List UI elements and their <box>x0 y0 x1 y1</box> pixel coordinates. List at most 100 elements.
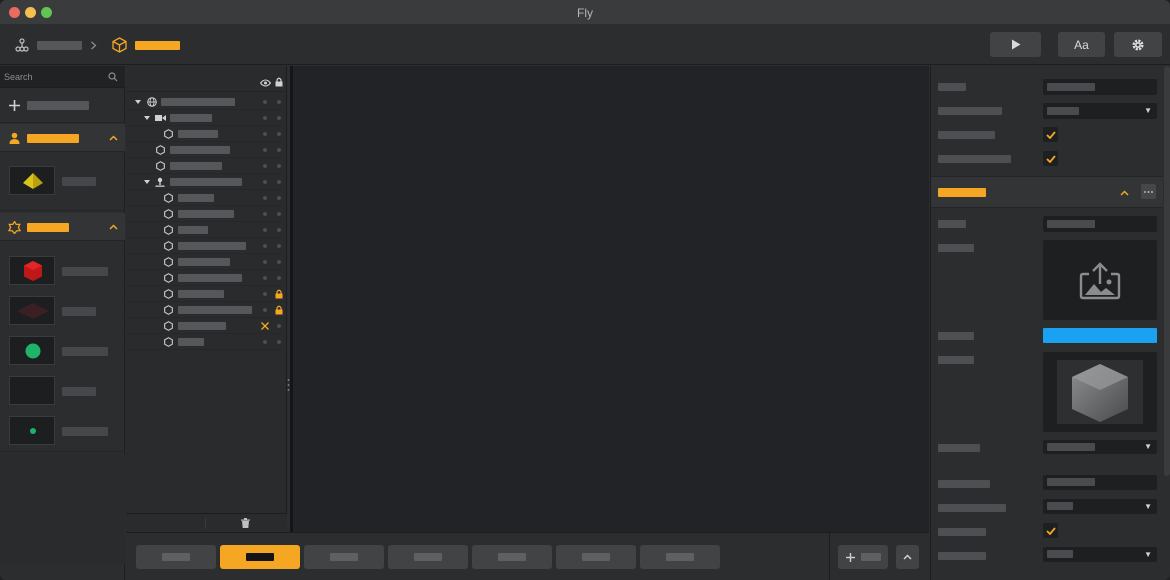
lock-toggle[interactable] <box>277 180 281 184</box>
tree-row-node[interactable] <box>126 254 287 270</box>
visibility-toggle[interactable] <box>263 196 267 200</box>
visibility-toggle[interactable] <box>263 132 267 136</box>
add-asset-row[interactable] <box>0 89 125 123</box>
more-options-button[interactable] <box>1141 184 1156 199</box>
hidden-x-icon[interactable] <box>261 322 269 330</box>
checkbox[interactable] <box>1043 151 1058 166</box>
section-header-characters[interactable] <box>0 124 125 152</box>
visibility-toggle[interactable] <box>263 276 267 280</box>
inspector-scrollbar[interactable] <box>1164 66 1170 476</box>
visibility-toggle[interactable] <box>263 244 267 248</box>
add-tab-button[interactable] <box>838 545 888 569</box>
checkbox[interactable] <box>1043 523 1058 538</box>
lock-toggle[interactable] <box>277 260 281 264</box>
dropdown-select[interactable]: ▼ <box>1043 440 1157 454</box>
trash-icon[interactable] <box>241 518 250 528</box>
text-field[interactable] <box>1043 79 1157 95</box>
image-upload-drop[interactable] <box>1043 240 1157 320</box>
bottom-tab[interactable] <box>472 545 552 569</box>
visibility-toggle[interactable] <box>263 212 267 216</box>
dropdown-select[interactable]: ▼ <box>1043 547 1157 562</box>
asset-thumbnail[interactable] <box>9 166 55 195</box>
tree-row-node[interactable] <box>126 142 287 158</box>
mesh-preview[interactable] <box>1043 352 1157 432</box>
chevron-up-icon[interactable] <box>1120 190 1129 196</box>
asset-thumbnail[interactable] <box>9 336 55 365</box>
visibility-toggle[interactable] <box>263 308 267 312</box>
scene-viewport[interactable] <box>290 66 929 532</box>
tree-row-node[interactable] <box>126 286 287 302</box>
text-field[interactable] <box>1043 216 1157 232</box>
checkbox[interactable] <box>1043 127 1058 142</box>
section-header-objects[interactable] <box>0 213 125 241</box>
tree-row-node[interactable] <box>126 222 287 238</box>
collapse-panel-button[interactable] <box>896 545 919 569</box>
bottom-tab[interactable] <box>640 545 720 569</box>
tree-row-node[interactable] <box>126 302 287 318</box>
bottom-tab[interactable] <box>556 545 636 569</box>
bottom-tab[interactable] <box>388 545 468 569</box>
lock-icon[interactable] <box>275 77 283 87</box>
lock-toggle[interactable] <box>277 212 281 216</box>
tree-row-light[interactable] <box>126 174 287 190</box>
tree-row-node[interactable] <box>126 270 287 286</box>
visibility-toggle[interactable] <box>263 228 267 232</box>
asset-thumbnail[interactable] <box>9 256 55 285</box>
lock-toggle[interactable] <box>277 324 281 328</box>
lock-toggle[interactable] <box>277 196 281 200</box>
lock-toggle[interactable] <box>277 244 281 248</box>
lock-toggle[interactable] <box>277 276 281 280</box>
eye-icon[interactable] <box>260 79 271 87</box>
asset-thumbnail[interactable] <box>9 416 55 445</box>
chevron-up-icon[interactable] <box>109 224 118 230</box>
font-button[interactable]: Aa <box>1058 32 1105 57</box>
expand-arrow-icon[interactable] <box>144 116 150 120</box>
tree-row-node[interactable] <box>126 334 287 350</box>
visibility-toggle[interactable] <box>263 180 267 184</box>
lock-toggle[interactable] <box>277 148 281 152</box>
tree-row-scene[interactable] <box>126 94 287 110</box>
visibility-toggle[interactable] <box>263 100 267 104</box>
lock-toggle[interactable] <box>277 164 281 168</box>
lock-toggle[interactable] <box>277 116 281 120</box>
search-input[interactable] <box>4 69 104 85</box>
search-icon[interactable] <box>108 72 118 82</box>
visibility-toggle[interactable] <box>263 148 267 152</box>
expand-arrow-icon[interactable] <box>144 180 150 184</box>
bottom-tab[interactable] <box>304 545 384 569</box>
breadcrumb-root[interactable] <box>37 41 82 50</box>
tree-row-camera[interactable] <box>126 110 287 126</box>
play-button[interactable] <box>990 32 1041 57</box>
visibility-toggle[interactable] <box>263 260 267 264</box>
asset-thumbnail[interactable] <box>9 296 55 325</box>
color-swatch[interactable] <box>1043 328 1157 343</box>
expand-arrow-icon[interactable] <box>135 100 141 104</box>
visibility-toggle[interactable] <box>263 340 267 344</box>
bottom-tab-active[interactable] <box>220 545 300 569</box>
tree-row-node[interactable] <box>126 158 287 174</box>
lock-icon[interactable] <box>275 305 283 315</box>
tree-row-node[interactable] <box>126 318 287 334</box>
lock-toggle[interactable] <box>277 228 281 232</box>
lock-toggle[interactable] <box>277 132 281 136</box>
tree-row-node[interactable] <box>126 206 287 222</box>
dropdown-select[interactable]: ▼ <box>1043 103 1157 119</box>
visibility-toggle[interactable] <box>263 292 267 296</box>
lock-toggle[interactable] <box>277 340 281 344</box>
bottom-tab[interactable] <box>136 545 216 569</box>
asset-thumbnail[interactable] <box>9 376 55 405</box>
lock-toggle[interactable] <box>277 100 281 104</box>
hierarchy-icon[interactable] <box>15 38 29 52</box>
tree-row-node[interactable] <box>126 190 287 206</box>
chevron-up-icon[interactable] <box>109 135 118 141</box>
visibility-toggle[interactable] <box>263 164 267 168</box>
tree-row-node[interactable] <box>126 126 287 142</box>
visibility-toggle[interactable] <box>263 116 267 120</box>
property-label <box>938 528 986 536</box>
dropdown-select[interactable]: ▼ <box>1043 499 1157 514</box>
text-field[interactable] <box>1043 475 1157 490</box>
lock-icon[interactable] <box>275 289 283 299</box>
tree-row-node[interactable] <box>126 238 287 254</box>
settings-button[interactable] <box>1114 32 1162 57</box>
breadcrumb-current[interactable] <box>135 41 180 50</box>
